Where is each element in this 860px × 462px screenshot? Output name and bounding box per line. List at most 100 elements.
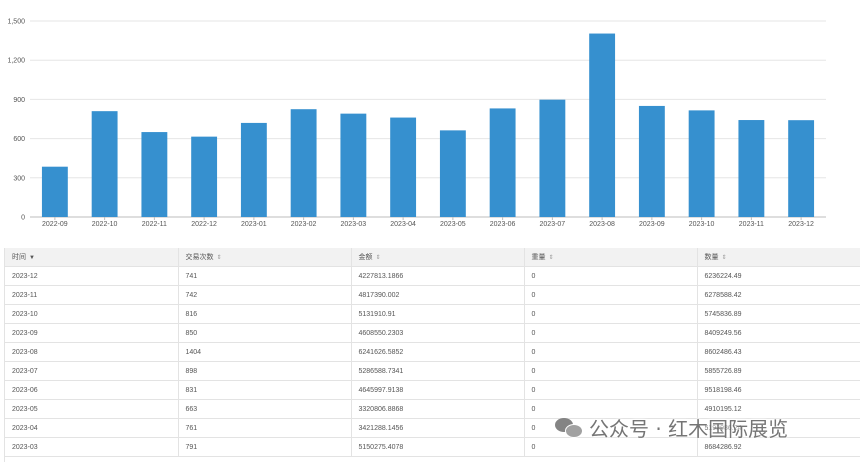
x-axis: 2022-09 2022-10 2022-11 2022-12 2023-01 2023-… — [42, 217, 814, 228]
table-row: 2023-11 742 4817390.002 0 6278588.42 — [5, 285, 860, 305]
x-tick-label: 2023-10 — [689, 221, 715, 228]
y-axis: 0 300 600 900 1,200 1,500 — [7, 19, 25, 222]
table-cell: 4608550.2303 — [351, 323, 525, 343]
table-cell: 0 — [524, 285, 698, 305]
table-cell: 742 — [178, 285, 352, 305]
bar[interactable] — [141, 132, 168, 217]
table-cell: 0 — [524, 361, 698, 381]
y-tick-label: 1,500 — [7, 19, 25, 26]
x-tick-label: 2023-03 — [341, 221, 367, 228]
table-cell: 6241626.5852 — [351, 342, 525, 362]
table-cell: 5131910.91 — [351, 304, 525, 324]
bar[interactable] — [738, 120, 765, 217]
table-cell: 898 — [178, 361, 352, 381]
table-cell: 663 — [178, 399, 352, 419]
column-header-trades[interactable]: 交易次数 ⇕ — [178, 248, 352, 267]
column-header-weight[interactable]: 重量 ⇕ — [524, 248, 698, 267]
bar-chart: 03006009001,2001,500 2022-09 2022-10 2022-… — [7, 19, 826, 228]
bar[interactable] — [788, 120, 815, 217]
table-cell: 6278588.42 — [697, 285, 860, 305]
x-tick-label: 2023-07 — [540, 221, 566, 228]
table-cell: 2023-05 — [5, 399, 179, 419]
table-cell: 0 — [524, 266, 698, 286]
table-cell: 0 — [524, 380, 698, 400]
bar[interactable] — [91, 111, 118, 217]
bar[interactable] — [489, 108, 516, 217]
table-cell: 816 — [178, 304, 352, 324]
x-tick-label: 2023-01 — [241, 221, 267, 228]
table-cell: 0 — [524, 304, 698, 324]
table-cell: 2023-09 — [5, 323, 179, 343]
table-cell: 5286588.7341 — [351, 361, 525, 381]
bar[interactable] — [439, 130, 466, 217]
table-cell: 0 — [524, 342, 698, 362]
table-row: 2023-08 1404 6241626.5852 0 8602486.43 — [5, 342, 860, 362]
table-cell: 2023-03 — [5, 437, 179, 457]
column-header-time[interactable]: 时间 ▼ — [5, 248, 179, 267]
watermark: 公众号 · 红木国际展览 — [555, 410, 788, 444]
table-cell: 5150275.4078 — [351, 437, 525, 457]
table-row: 2023-12 741 4227813.1866 0 6236224.49 — [5, 266, 860, 286]
bar[interactable] — [638, 105, 665, 217]
y-tick-label: 1,200 — [7, 58, 25, 65]
table-cell: 5745836.89 — [697, 304, 860, 324]
bar[interactable] — [539, 99, 566, 217]
y-tick-label: 0 — [21, 215, 25, 222]
x-tick-label: 2023-05 — [440, 221, 466, 228]
x-tick-label: 2023-11 — [739, 221, 764, 228]
sort-icon[interactable]: ⇕ — [376, 255, 381, 261]
table-cell: 8409249.56 — [697, 323, 860, 343]
sort-desc-icon[interactable]: ▼ — [29, 255, 35, 261]
table-row: 2023-07 898 5286588.7341 0 5855726.89 — [5, 361, 860, 381]
table-cell: 2023-12 — [5, 266, 179, 286]
column-header-amount[interactable]: 金额 ⇕ — [351, 248, 525, 267]
x-tick-label: 2023-09 — [639, 221, 665, 228]
table-cell: 791 — [178, 437, 352, 457]
bar[interactable] — [191, 136, 218, 217]
x-tick-label: 2022-12 — [191, 221, 217, 228]
table-cell: 4817390.002 — [351, 285, 525, 305]
table-cell: 2023-10 — [5, 304, 179, 324]
table-row: 2023-06 831 4645997.9138 0 9518198.46 — [5, 380, 860, 400]
bar[interactable] — [41, 166, 68, 217]
table-cell: 2023-11 — [5, 285, 179, 305]
sort-icon[interactable]: ⇕ — [722, 255, 727, 261]
table-cell: 4227813.1866 — [351, 266, 525, 286]
table-cell: 6236224.49 — [697, 266, 860, 286]
table-cell: 831 — [178, 380, 352, 400]
column-header-quantity[interactable]: 数量 ⇕ — [697, 248, 860, 267]
table-cell: 2023-04 — [5, 418, 179, 438]
x-tick-label: 2023-06 — [490, 221, 516, 228]
x-tick-label: 2023-04 — [390, 221, 416, 228]
bar[interactable] — [240, 122, 267, 217]
y-tick-label: 300 — [13, 175, 25, 182]
table-header-row: 时间 ▼ 交易次数 ⇕ 金额 ⇕ 重量 ⇕ 数量 ⇕ — [5, 248, 860, 267]
bar[interactable] — [688, 110, 715, 217]
bar[interactable] — [290, 109, 317, 217]
y-tick-label: 600 — [13, 136, 25, 143]
x-tick-label: 2022-09 — [42, 221, 68, 228]
chart-bars — [41, 33, 815, 217]
bar[interactable] — [340, 113, 367, 217]
table-cell: 8602486.43 — [697, 342, 860, 362]
table-cell: 0 — [524, 323, 698, 343]
watermark-text: 公众号 · 红木国际展览 — [589, 416, 789, 441]
table-cell: 761 — [178, 418, 352, 438]
wechat-icon — [555, 416, 583, 438]
table-cell: 9518198.46 — [697, 380, 860, 400]
table-cell: 5855726.89 — [697, 361, 860, 381]
bar[interactable] — [390, 117, 417, 217]
table-cell: 1404 — [178, 342, 352, 362]
table-cell: 2023-08 — [5, 342, 179, 362]
sort-icon[interactable]: ⇕ — [217, 255, 222, 261]
table-cell: 2023-06 — [5, 380, 179, 400]
table-cell: 4645997.9138 — [351, 380, 525, 400]
table-cell: 850 — [178, 323, 352, 343]
x-tick-label: 2022-11 — [142, 221, 167, 228]
table-cell: 2023-07 — [5, 361, 179, 381]
table-row: 2023-10 816 5131910.91 0 5745836.89 — [5, 304, 860, 324]
bar[interactable] — [589, 33, 616, 217]
sort-icon[interactable]: ⇕ — [549, 255, 554, 261]
x-tick-label: 2023-02 — [291, 221, 317, 228]
x-tick-label: 2022-10 — [92, 221, 118, 228]
